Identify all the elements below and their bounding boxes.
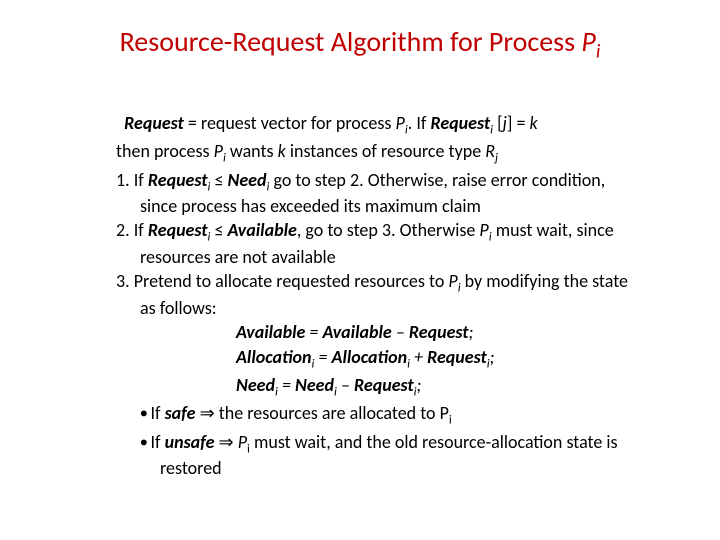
t: Request — [148, 169, 208, 191]
eq-need: Needi = Needi – Requesti; — [116, 374, 636, 400]
t: ≤ — [210, 219, 227, 241]
t: P — [479, 219, 488, 241]
t: ; — [417, 374, 422, 396]
step-2: 2. If Requesti ≤ Available, go to step 3… — [116, 219, 636, 268]
t: Request — [148, 219, 208, 241]
step-1: 1. If Requesti ≤ Needi go to step 2. Oth… — [116, 169, 636, 218]
slide-title: Resource-Request Algorithm for Process P… — [0, 24, 720, 64]
t: Allocation — [236, 346, 312, 368]
t: ; — [490, 346, 495, 368]
t: Need — [295, 374, 334, 396]
t: = — [314, 346, 331, 368]
t: If — [134, 219, 148, 241]
t: Available — [228, 219, 297, 241]
t: Pretend to allocate requested resources … — [134, 270, 449, 292]
t: = — [278, 374, 295, 396]
t: R — [485, 140, 495, 162]
slide-body: Request = request vector for process Pi.… — [116, 112, 636, 481]
t: , go to step 3. Otherwise — [297, 219, 480, 241]
t: ⇒ — [214, 431, 237, 453]
t: Request — [354, 374, 414, 396]
t: safe — [165, 402, 196, 424]
t: Request — [427, 346, 487, 368]
t: – — [392, 321, 409, 343]
t: 1. — [116, 169, 134, 191]
t: unsafe — [165, 431, 215, 453]
t: Need — [228, 169, 267, 191]
t: P — [214, 140, 223, 162]
title-var: P — [581, 24, 595, 59]
title-sub: i — [596, 40, 601, 64]
t: i — [449, 413, 452, 428]
eq-allocation: Allocationi = Allocationi + Requesti; — [116, 346, 636, 372]
t: P — [396, 112, 405, 134]
t: 3. — [116, 270, 134, 292]
t: – — [337, 374, 354, 396]
t: ≤ — [210, 169, 227, 191]
t: Need — [236, 374, 275, 396]
t: j — [495, 151, 498, 166]
title-text: Resource-Request Algorithm for Process — [120, 24, 582, 59]
slide: Resource-Request Algorithm for Process P… — [0, 0, 720, 540]
t: + — [410, 346, 427, 368]
step-3: 3. Pretend to allocate requested resourc… — [116, 270, 636, 319]
t: Request — [430, 112, 490, 134]
t: k — [530, 112, 538, 134]
t: instances of resource type — [286, 140, 485, 162]
t: Available — [322, 321, 391, 343]
t: Request — [409, 321, 469, 343]
t: P — [448, 270, 457, 292]
t: P — [238, 431, 247, 453]
t: = — [305, 321, 322, 343]
bullet-safe: If safe ⇒ the resources are allocated to… — [116, 402, 636, 428]
t: If — [150, 402, 164, 424]
t: 2. — [116, 219, 134, 241]
t: k — [278, 140, 286, 162]
t: . If — [408, 112, 431, 134]
t: wants — [226, 140, 278, 162]
t: Available — [236, 321, 305, 343]
t: If — [134, 169, 148, 191]
t: If — [150, 431, 164, 453]
eq-available: Available = Available – Request; — [116, 321, 636, 344]
t: = request vector for process — [184, 112, 396, 134]
t: ⇒ the resources are allocated to P — [196, 402, 449, 424]
t: Request — [124, 112, 184, 134]
t: Allocation — [332, 346, 408, 368]
bullet-unsafe: If unsafe ⇒ Pi must wait, and the old re… — [116, 431, 636, 480]
t: then process — [116, 140, 214, 162]
t: [ — [493, 112, 503, 134]
intro-line1: Request = request vector for process Pi.… — [116, 112, 636, 138]
t: ; — [469, 321, 474, 343]
intro-line2: then process Pi wants k instances of res… — [116, 140, 636, 166]
t: ] = — [507, 112, 530, 134]
